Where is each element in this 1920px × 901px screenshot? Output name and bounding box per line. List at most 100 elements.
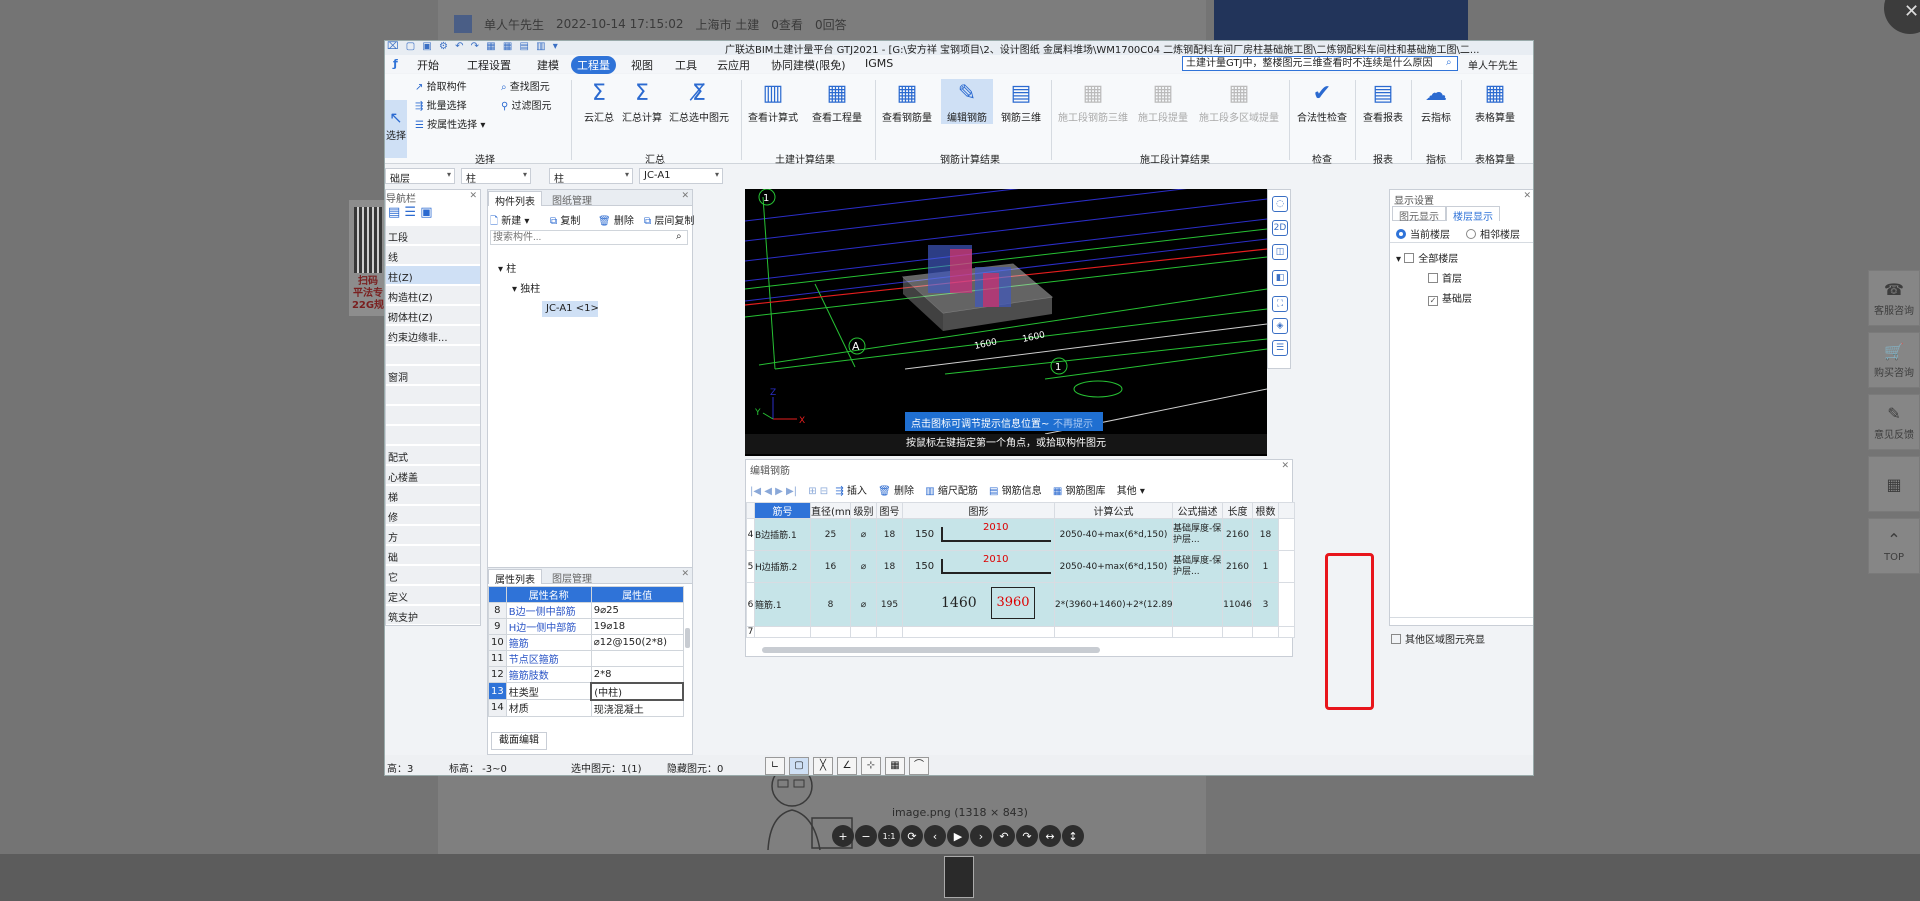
app-logo-icon[interactable]: ƒ (387, 56, 404, 71)
insert-button[interactable]: ⇶ 插入 (835, 486, 867, 497)
table-row[interactable]: 12 箍筋肢数 2*8 (488, 666, 684, 683)
rebar-info-button[interactable]: ▤ 钢筋信息 (989, 486, 1042, 497)
table-row[interactable]: 14 材质 现浇混凝土 (488, 699, 684, 717)
layer-copy-button[interactable]: ⧉ 层间复制 (644, 212, 694, 227)
segment-rebar-3d-button[interactable]: ▦ 施工段钢筋三维 (1055, 79, 1131, 124)
angle-icon[interactable]: ∠ (837, 757, 857, 775)
bar-diameter[interactable]: 16 (810, 550, 851, 583)
bar-figure[interactable] (876, 626, 903, 638)
cloud-index-button[interactable]: ☁ 云指标 (1413, 79, 1459, 124)
tree-node-jc-a1[interactable]: JC-A1 <1> (546, 303, 599, 314)
segment-multi-area-button[interactable]: ▦ 施工段多区域提量 (1195, 79, 1283, 124)
rect-select-icon[interactable]: ▢ (789, 757, 809, 775)
bar-grade[interactable]: ⌀ (850, 582, 877, 627)
rotate-right-icon[interactable]: ↷ (1016, 825, 1038, 847)
tab-properties[interactable]: 属性列表 (488, 569, 542, 586)
bar-formula[interactable]: 2*(3960+1460)+2*(12.89*d) (1054, 582, 1173, 627)
bar-grade[interactable]: ⌀ (850, 518, 877, 551)
prev-icon[interactable]: ‹ (924, 825, 946, 847)
horizontal-scrollbar[interactable] (762, 647, 1100, 653)
sidebar-item[interactable] (386, 386, 480, 405)
tab-drawing-manage[interactable]: 图纸管理 (546, 191, 598, 207)
bar-shape[interactable]: 150 2010 (902, 518, 1055, 551)
other-menu-button[interactable]: 其他 ▾ (1117, 486, 1145, 497)
bar-shape[interactable] (902, 626, 1055, 638)
bar-name[interactable]: B边插筋.1 (754, 518, 811, 551)
cross-icon[interactable]: ╳ (813, 757, 833, 775)
sidebar-item[interactable] (386, 346, 480, 365)
find-element-button[interactable]: ⌕ 查找图元 (501, 78, 550, 93)
validity-check-button[interactable]: ✔ 合法性检查 (1291, 79, 1353, 124)
menu-igms[interactable]: IGMS (859, 56, 899, 71)
checkbox-highlight-other[interactable]: 其他区域图元亮显 (1391, 631, 1485, 646)
image-thumbnail[interactable] (944, 856, 974, 898)
sidebar-item[interactable]: 定义 (386, 586, 480, 605)
delete-rebar-button[interactable]: 🗑 删除 (878, 486, 914, 497)
bar-shape[interactable]: 150 2010 (902, 550, 1055, 583)
reset-icon[interactable]: ⟳ (901, 825, 923, 847)
menu-quantity[interactable]: 工程量 (571, 56, 616, 74)
tab-component-list[interactable]: 构件列表 (488, 191, 542, 208)
bar-count[interactable]: 3 (1252, 582, 1279, 627)
sidebar-item[interactable] (386, 406, 480, 425)
sidebar-item[interactable]: 构造柱(Z) (386, 286, 480, 305)
sidebar-item[interactable]: 筑支护 (386, 606, 480, 625)
bar-formula-desc[interactable]: 基础厚度-保护层... (1172, 518, 1223, 551)
bar-grade[interactable] (850, 626, 877, 638)
checkbox-first-floor[interactable]: 首层 (1428, 270, 1462, 285)
close-icon[interactable]: ✕ (681, 569, 689, 579)
component-search-input[interactable] (490, 230, 688, 245)
tree-node-column[interactable]: ▾ 柱 (498, 260, 516, 275)
cube-view-icon[interactable]: ◧ (1272, 270, 1288, 286)
sidebar-item[interactable]: 柱(Z) (386, 266, 480, 285)
bar-formula-desc[interactable] (1172, 582, 1223, 627)
feedback-button[interactable]: ✎ 意见反馈 (1868, 394, 1920, 450)
checkbox-foundation-floor[interactable]: ✓ 基础层 (1428, 290, 1472, 306)
fullscreen-icon[interactable]: ⛶ (1272, 296, 1288, 312)
attr-value[interactable]: 19⌀18 (590, 618, 684, 635)
sidebar-item[interactable]: 梯 (386, 486, 480, 505)
bar-name[interactable]: H边插筋.2 (754, 550, 811, 583)
sidebar-item[interactable]: 它 (386, 566, 480, 585)
bar-shape[interactable]: 1460 3960 (902, 582, 1055, 627)
bar-length[interactable]: 2160 (1222, 550, 1253, 583)
arc-icon[interactable]: ⌒ (909, 757, 929, 775)
close-icon[interactable]: ✕ (469, 191, 477, 201)
menu-collab[interactable]: 协同建模(限免) (765, 56, 852, 74)
floor-select[interactable]: 础层 (385, 168, 455, 185)
bar-name[interactable]: 箍筋.1 (754, 582, 811, 627)
bar-formula[interactable]: 2050-40+max(6*d,150) (1054, 550, 1173, 583)
attr-value[interactable] (590, 650, 684, 667)
rebar-library-button[interactable]: ▦ 钢筋图库 (1053, 486, 1106, 497)
checkbox-all-floors[interactable]: ▾ 全部楼层 (1396, 250, 1458, 265)
zoom-in-icon[interactable]: + (832, 825, 854, 847)
table-row[interactable]: 5 H边插筋.2 16 ⌀ 18 150 2010 2050-40+max(6*d,150) 基… (746, 550, 1295, 583)
category-select[interactable]: 柱 (461, 168, 531, 185)
bar-formula[interactable] (1054, 626, 1173, 638)
bar-name[interactable] (754, 626, 811, 638)
tab-layer-manage[interactable]: 图层管理 (546, 569, 598, 585)
orbit-icon[interactable]: ◌ (1272, 196, 1288, 212)
delete-button[interactable]: 🗑 删除 (598, 212, 634, 227)
quick-access-toolbar[interactable]: ⌧ ▢ ▣ ⚙ ↶ ↷ ▦ ▦ ▤ ▥ ▾ (387, 41, 560, 52)
sidebar-item[interactable]: 窗洞 (386, 366, 480, 385)
customer-service-button[interactable]: ☎ 客服咨询 (1868, 270, 1920, 326)
model-viewport[interactable]: 1 A 1 1600 1600 X Z Y 点击图标可调节提示信息位置~ 不再提… (745, 189, 1267, 456)
rebar-3d-button[interactable]: ▤ 钢筋三维 (995, 79, 1047, 124)
menu-tools[interactable]: 工具 (669, 56, 703, 74)
sidebar-item[interactable] (386, 426, 480, 445)
play-icon[interactable]: ▶ (947, 825, 969, 847)
ortho-icon[interactable]: ∟ (765, 757, 785, 775)
table-row[interactable]: 7 (746, 626, 1295, 638)
bar-length[interactable] (1222, 626, 1253, 638)
bar-formula-desc[interactable] (1172, 626, 1223, 638)
filter-element-button[interactable]: ⚲ 过滤图元 (501, 97, 552, 112)
new-button[interactable]: 🗋 新建 ▾ (490, 212, 529, 231)
layer-icon[interactable]: ◈ (1272, 318, 1288, 334)
flip-vertical-icon[interactable]: ↕ (1062, 825, 1084, 847)
tab-floor-display[interactable]: 楼层显示 (1446, 206, 1500, 223)
component-select[interactable]: JC-A1 (639, 168, 723, 184)
menu-start[interactable]: 开始 (411, 56, 445, 74)
tip-banner[interactable]: 点击图标可调节提示信息位置~ 不再提示 (905, 412, 1103, 431)
segment-quantity-button[interactable]: ▦ 施工段提量 (1135, 79, 1191, 124)
